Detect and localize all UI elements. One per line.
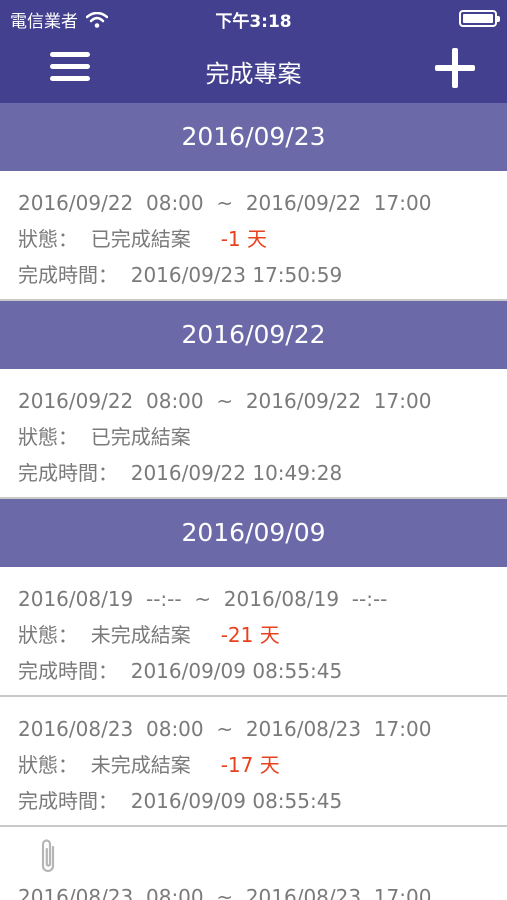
overdue-days: -17 天 (220, 753, 280, 777)
date-range: 2016/08/19 --:-- ~ 2016/08/19 --:-- (18, 587, 388, 611)
add-project-button[interactable] (435, 48, 475, 88)
status-row: 狀態： 已完成結案 -1 天 (18, 225, 507, 261)
section-header-date: 2016/09/23 (0, 103, 507, 171)
project-entry[interactable]: 2016/09/22 08:00 ~ 2016/09/22 17:00 狀態： 已… (0, 369, 507, 499)
status-value: 已完成結案 (90, 425, 191, 449)
project-list[interactable]: 2016/09/23 2016/09/22 08:00 ~ 2016/09/22 … (0, 103, 507, 900)
status-value: 未完成結案 (90, 753, 191, 777)
status-value: 已完成結案 (90, 227, 191, 251)
page-title: 完成專案 (205, 60, 302, 88)
clock: 下午3:18 (215, 12, 292, 32)
completion-time-label: 完成時間： (18, 789, 118, 813)
completion-time-label: 完成時間： (18, 659, 118, 683)
navigation-bar: 完成專案 (0, 36, 507, 103)
project-entry[interactable]: 2016/08/19 --:-- ~ 2016/08/19 --:-- 狀態： 未… (0, 567, 507, 697)
date-range: 2016/09/22 08:00 ~ 2016/09/22 17:00 (18, 191, 432, 215)
overdue-days: -21 天 (220, 623, 280, 647)
completion-time-row: 完成時間： 2016/09/09 08:55:45 (18, 787, 507, 823)
completion-time-label: 完成時間： (18, 263, 118, 287)
completion-time-row: 完成時間： 2016/09/23 17:50:59 (18, 261, 507, 297)
date-range: 2016/08/23 08:00 ~ 2016/08/23 17:00 (18, 885, 432, 900)
status-label: 狀態： (18, 227, 78, 251)
paperclip-icon (41, 839, 55, 873)
date-range: 2016/09/22 08:00 ~ 2016/09/22 17:00 (18, 389, 432, 413)
battery-icon (459, 10, 500, 27)
project-entry[interactable]: 2016/08/23 08:00 ~ 2016/08/23 17:00 狀態： 未… (0, 697, 507, 827)
completion-time-value: 2016/09/09 08:55:45 (130, 789, 343, 813)
status-row: 狀態： 未完成結案 -17 天 (18, 751, 507, 787)
overdue-days: -1 天 (220, 227, 268, 251)
section-header-date: 2016/09/09 (0, 499, 507, 567)
completion-time-row: 完成時間： 2016/09/22 10:49:28 (18, 459, 507, 495)
status-row: 狀態： 已完成結案 (18, 423, 507, 459)
completion-time-value: 2016/09/23 17:50:59 (130, 263, 343, 287)
completion-time-label: 完成時間： (18, 461, 118, 485)
header: 電信業者 下午3:18 完成專案 (0, 0, 507, 103)
completion-time-row: 完成時間： 2016/09/09 08:55:45 (18, 657, 507, 693)
status-row: 狀態： 未完成結案 -21 天 (18, 621, 507, 657)
completion-time-value: 2016/09/09 08:55:45 (130, 659, 343, 683)
status-label: 狀態： (18, 425, 78, 449)
status-value: 未完成結案 (90, 623, 191, 647)
status-label: 狀態： (18, 623, 78, 647)
date-range: 2016/08/23 08:00 ~ 2016/08/23 17:00 (18, 717, 432, 741)
completion-time-value: 2016/09/22 10:49:28 (130, 461, 343, 485)
section-header-date: 2016/09/22 (0, 301, 507, 369)
status-label: 狀態： (18, 753, 78, 777)
project-entry[interactable]: 2016/08/23 08:00 ~ 2016/08/23 17:00 (0, 827, 507, 900)
project-entry[interactable]: 2016/09/22 08:00 ~ 2016/09/22 17:00 狀態： 已… (0, 171, 507, 301)
status-bar: 電信業者 下午3:18 (0, 0, 507, 36)
